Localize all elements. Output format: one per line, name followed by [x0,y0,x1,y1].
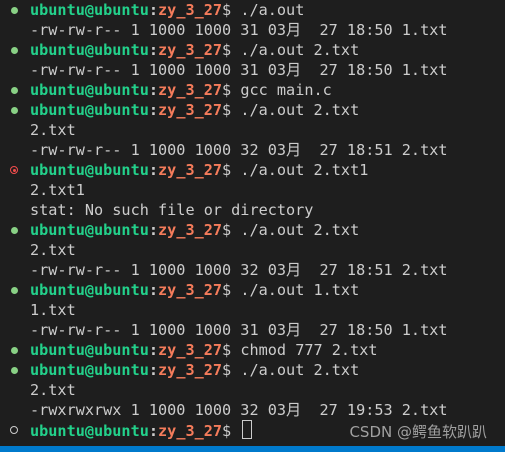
prompt-symbol: $ [222,101,241,119]
prompt-line: ubuntu@ubuntu:zy_3_27$ ./a.out 2.txt [0,220,359,240]
prompt-path: zy_3_27 [158,41,223,59]
command-text: ./a.out 2.txt [240,361,360,379]
prompt-line: ubuntu@ubuntu:zy_3_27$ ./a.out 2.txt1 [0,160,368,180]
prompt-line: ubuntu@ubuntu:zy_3_27$ [0,420,253,440]
prompt-user: ubuntu@ubuntu [30,341,149,359]
prompt-symbol: $ [222,361,241,379]
command-success-icon[interactable] [11,367,18,374]
terminal-panel[interactable]: ubuntu@ubuntu:zy_3_27$ -rwxrwxrwx 1 1000… [0,0,505,452]
prompt-user: ubuntu@ubuntu [30,1,149,19]
output-line: 1.txt [30,301,76,319]
command-text: ./a.out 2.txt [240,41,360,59]
prompt-symbol: $ [222,221,241,239]
prompt-path: zy_3_27 [158,221,223,239]
prompt-separator: : [148,41,159,59]
prompt-separator: : [148,1,159,19]
prompt-separator: : [148,101,159,119]
output-line: -rw-rw-r-- 1 1000 1000 31 03月 27 18:50 1… [30,61,448,79]
prompt-line: ubuntu@ubuntu:zy_3_27$ gcc main.c [0,80,332,100]
prompt-separator: : [148,422,159,440]
output-line: 2.txt [30,121,76,139]
prompt-user: ubuntu@ubuntu [30,281,149,299]
command-success-icon[interactable] [11,347,18,354]
prompt-user: ubuntu@ubuntu [30,41,149,59]
prompt-user: ubuntu@ubuntu [30,422,149,440]
command-text: ./a.out [240,1,305,19]
prompt-line: ubuntu@ubuntu:zy_3_27$ ./a.out 2.txt [0,360,359,380]
command-text: ./a.out 2.txt1 [240,161,369,179]
prompt-symbol: $ [222,422,241,440]
prompt-user: ubuntu@ubuntu [30,81,149,99]
output-line: -rw-rw-r-- 1 1000 1000 31 03月 27 18:50 1… [30,321,448,339]
prompt-symbol: $ [222,81,241,99]
prompt-separator: : [148,221,159,239]
output-line: 2.txt [30,381,76,399]
prompt-symbol: $ [222,161,241,179]
prompt-path: zy_3_27 [158,101,223,119]
output-line: -rw-rw-r-- 1 1000 1000 31 03月 27 18:50 1… [30,21,448,39]
command-text: ./a.out 1.txt [240,281,360,299]
prompt-line: ubuntu@ubuntu:zy_3_27$ ./a.out 1.txt [0,280,359,300]
command-pending-icon[interactable] [10,426,18,434]
prompt-user: ubuntu@ubuntu [30,221,149,239]
prompt-separator: : [148,161,159,179]
prompt-line: ubuntu@ubuntu:zy_3_27$ ./a.out [0,0,304,20]
prompt-symbol: $ [222,1,241,19]
output-line: -rw-rw-r-- 1 1000 1000 32 03月 27 18:51 2… [30,141,448,159]
prompt-symbol: $ [222,341,241,359]
prompt-path: zy_3_27 [158,422,223,440]
output-line: -rw-rw-r-- 1 1000 1000 32 03月 27 18:51 2… [30,261,448,279]
prompt-symbol: $ [222,41,241,59]
prompt-path: zy_3_27 [158,281,223,299]
csdn-watermark: CSDN @鳄鱼软趴趴 [349,423,487,441]
command-error-icon[interactable] [10,166,18,174]
command-success-icon[interactable] [11,107,18,114]
command-text: ./a.out 2.txt [240,221,360,239]
prompt-user: ubuntu@ubuntu [30,161,149,179]
command-success-icon[interactable] [11,227,18,234]
status-bar [0,446,505,452]
prompt-path: zy_3_27 [158,361,223,379]
command-text: ./a.out 2.txt [240,101,360,119]
prompt-line: ubuntu@ubuntu:zy_3_27$ chmod 777 2.txt [0,340,378,360]
prompt-separator: : [148,361,159,379]
command-success-icon[interactable] [11,87,18,94]
command-success-icon[interactable] [11,287,18,294]
command-success-icon[interactable] [11,47,18,54]
prompt-user: ubuntu@ubuntu [30,101,149,119]
prompt-separator: : [148,341,159,359]
prompt-line: ubuntu@ubuntu:zy_3_27$ ./a.out 2.txt [0,40,359,60]
output-line: 2.txt [30,241,76,259]
output-line: stat: No such file or directory [30,201,314,219]
prompt-path: zy_3_27 [158,1,223,19]
prompt-path: zy_3_27 [158,341,223,359]
prompt-separator: : [148,81,159,99]
prompt-separator: : [148,281,159,299]
prompt-path: zy_3_27 [158,161,223,179]
prompt-symbol: $ [222,281,241,299]
output-line: -rwxrwxrwx 1 1000 1000 32 03月 27 19:53 2… [30,401,448,419]
command-success-icon[interactable] [11,7,18,14]
output-line: 2.txt1 [30,181,85,199]
prompt-line: ubuntu@ubuntu:zy_3_27$ ./a.out 2.txt [0,100,359,120]
prompt-path: zy_3_27 [158,81,223,99]
terminal-cursor[interactable] [242,420,253,439]
command-text: chmod 777 2.txt [240,341,378,359]
command-text: gcc main.c [240,81,332,99]
prompt-user: ubuntu@ubuntu [30,361,149,379]
